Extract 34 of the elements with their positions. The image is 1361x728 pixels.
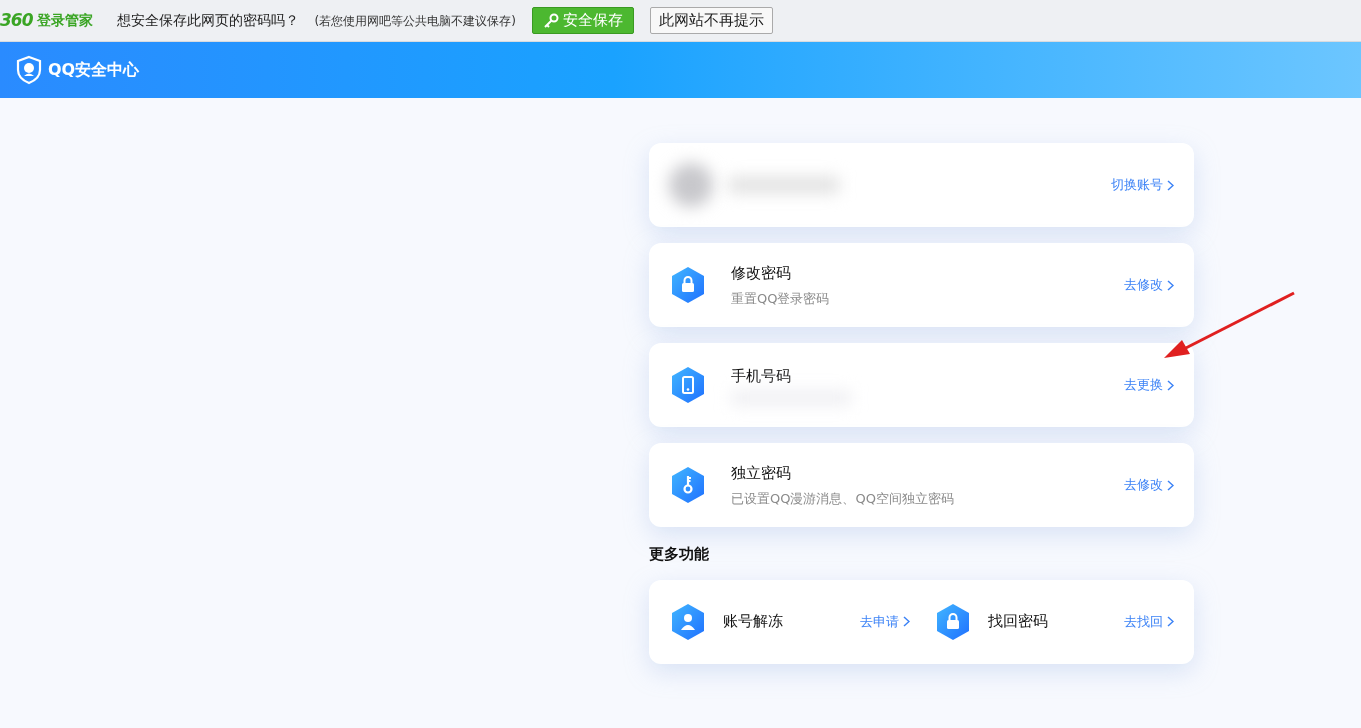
phone-icon (669, 366, 707, 404)
action-link[interactable]: 去修改 (1124, 275, 1174, 295)
chevron-right-icon (902, 616, 910, 627)
section-heading: 更多功能 (649, 544, 710, 565)
save-prompt: 想安全保存此网页的密码吗？ (116, 11, 299, 30)
lock-icon (669, 266, 707, 304)
setting-title: 修改密码 (731, 263, 792, 284)
app-title: QQ安全中心 (48, 59, 140, 81)
setting-title: 独立密码 (731, 463, 792, 484)
save-button[interactable]: 安全保存 (531, 7, 634, 34)
feature-title: 账号解冻 (723, 611, 784, 633)
action-link[interactable]: 去找回 (1124, 611, 1174, 632)
logo-text: 360 (0, 8, 33, 32)
dismiss-button[interactable]: 此网站不再提示 (649, 7, 773, 34)
chevron-right-icon (1167, 479, 1174, 491)
save-note: (若您使用网吧等公共电脑不建议保存) (314, 12, 516, 30)
action-link[interactable]: 去更换 (1124, 375, 1174, 395)
feature-title: 找回密码 (987, 611, 1049, 633)
action-link[interactable]: 去申请 (859, 611, 910, 632)
setting-description: 重置QQ登录密码 (731, 289, 831, 308)
chevron-right-icon (1167, 379, 1174, 391)
chevron-right-icon (1167, 179, 1174, 191)
blurred-avatar (669, 163, 713, 207)
setting-description: 已设置QQ漫游消息、QQ空间独立密码 (731, 489, 955, 508)
setting-title: 手机号码 (731, 365, 792, 387)
key-icon (542, 12, 559, 29)
shield-icon (14, 55, 44, 85)
chevron-right-icon (1167, 279, 1174, 291)
action-link[interactable]: 去修改 (1124, 475, 1174, 495)
switch-account-link[interactable]: 切换账号 (1111, 175, 1174, 195)
key-icon (669, 466, 707, 504)
person-icon (669, 602, 707, 641)
logo-label: 登录管家 (36, 11, 93, 30)
chevron-right-icon (1167, 616, 1174, 627)
